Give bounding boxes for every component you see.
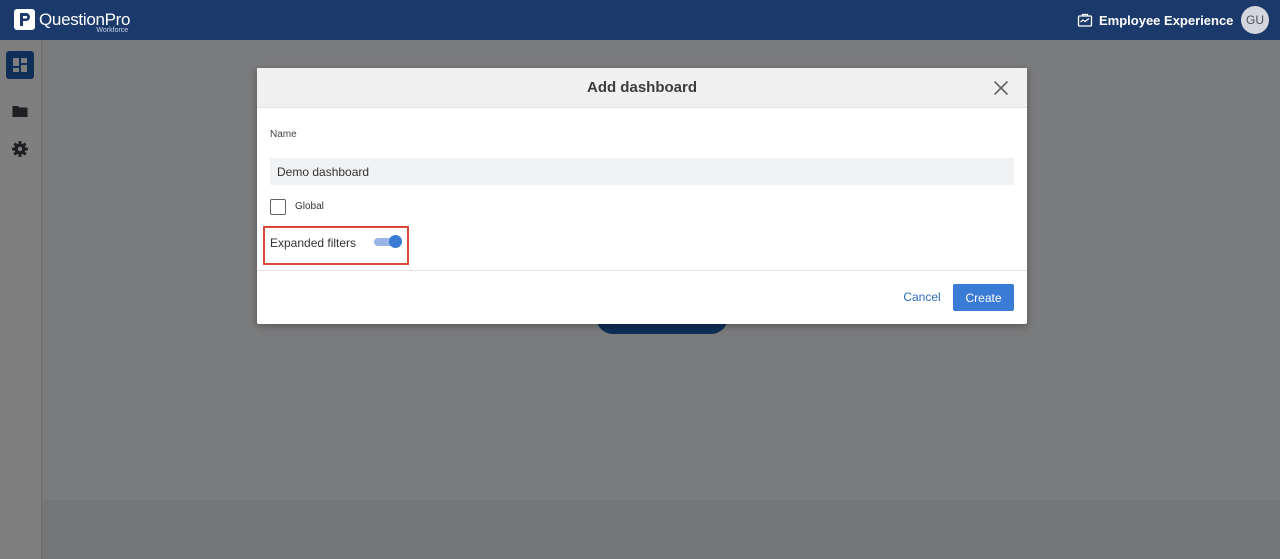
name-label: Name [270,129,297,140]
modal-title: Add dashboard [586,79,697,96]
questionpro-logo-icon [14,9,35,30]
avatar[interactable]: GU [1241,6,1269,34]
toggle-knob [389,235,402,248]
add-dashboard-modal: Add dashboard Name Global Expanded filte… [257,68,1027,324]
close-icon[interactable] [993,80,1009,96]
briefcase-chart-icon [1077,13,1093,27]
logo-subtitle: Workforce [96,27,129,34]
dashboard-name-input[interactable] [270,158,1014,185]
expanded-filters-toggle[interactable] [374,235,404,248]
global-label: Global [295,201,324,212]
expanded-filters-label: Expanded filters [270,236,357,250]
modal-divider [257,270,1027,271]
global-checkbox[interactable] [270,199,286,215]
create-button[interactable]: Create [953,284,1014,311]
top-bar: QuestionPro Workforce Employee Experienc… [0,0,1280,40]
workspace-label: Employee Experience [1099,12,1234,28]
workspace-switcher[interactable]: Employee Experience [1077,10,1250,30]
cancel-button[interactable]: Cancel [897,284,947,310]
logo[interactable]: QuestionPro Workforce [14,9,131,34]
modal-header: Add dashboard [257,68,1027,108]
